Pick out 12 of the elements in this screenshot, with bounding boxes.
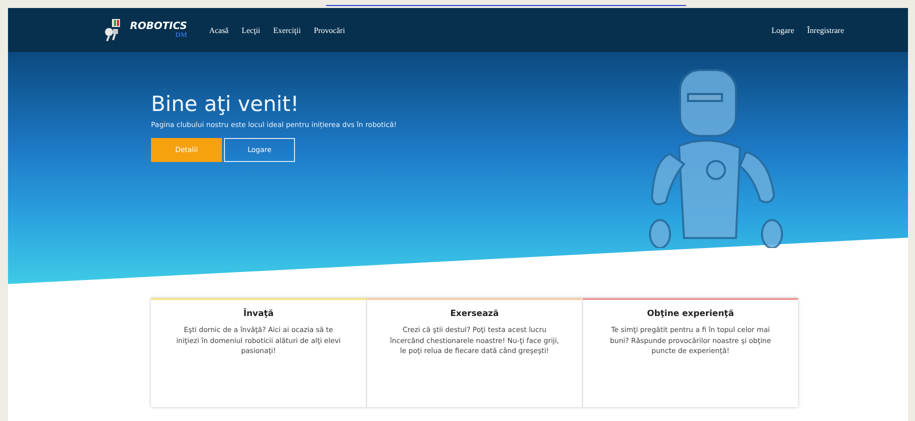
feature-title: Exersează: [449, 309, 500, 319]
account-link[interactable]: Logare: [771, 26, 794, 34]
link-underline[interactable]: [326, 5, 686, 6]
feature-title: Obţine experienţă: [646, 309, 735, 319]
nav-link[interactable]: Lecţii: [242, 26, 260, 34]
account-link[interactable]: Înregistrare: [807, 26, 844, 34]
feature-title: Învaţă: [242, 309, 275, 319]
logo-title: ROBOTICS: [130, 22, 188, 32]
hero-title: Bine aţi venit!: [151, 92, 300, 116]
nav-link[interactable]: Exerciţii: [273, 26, 301, 34]
nav-link[interactable]: Provocări: [314, 26, 345, 34]
nav-link[interactable]: Acasă: [209, 26, 229, 34]
